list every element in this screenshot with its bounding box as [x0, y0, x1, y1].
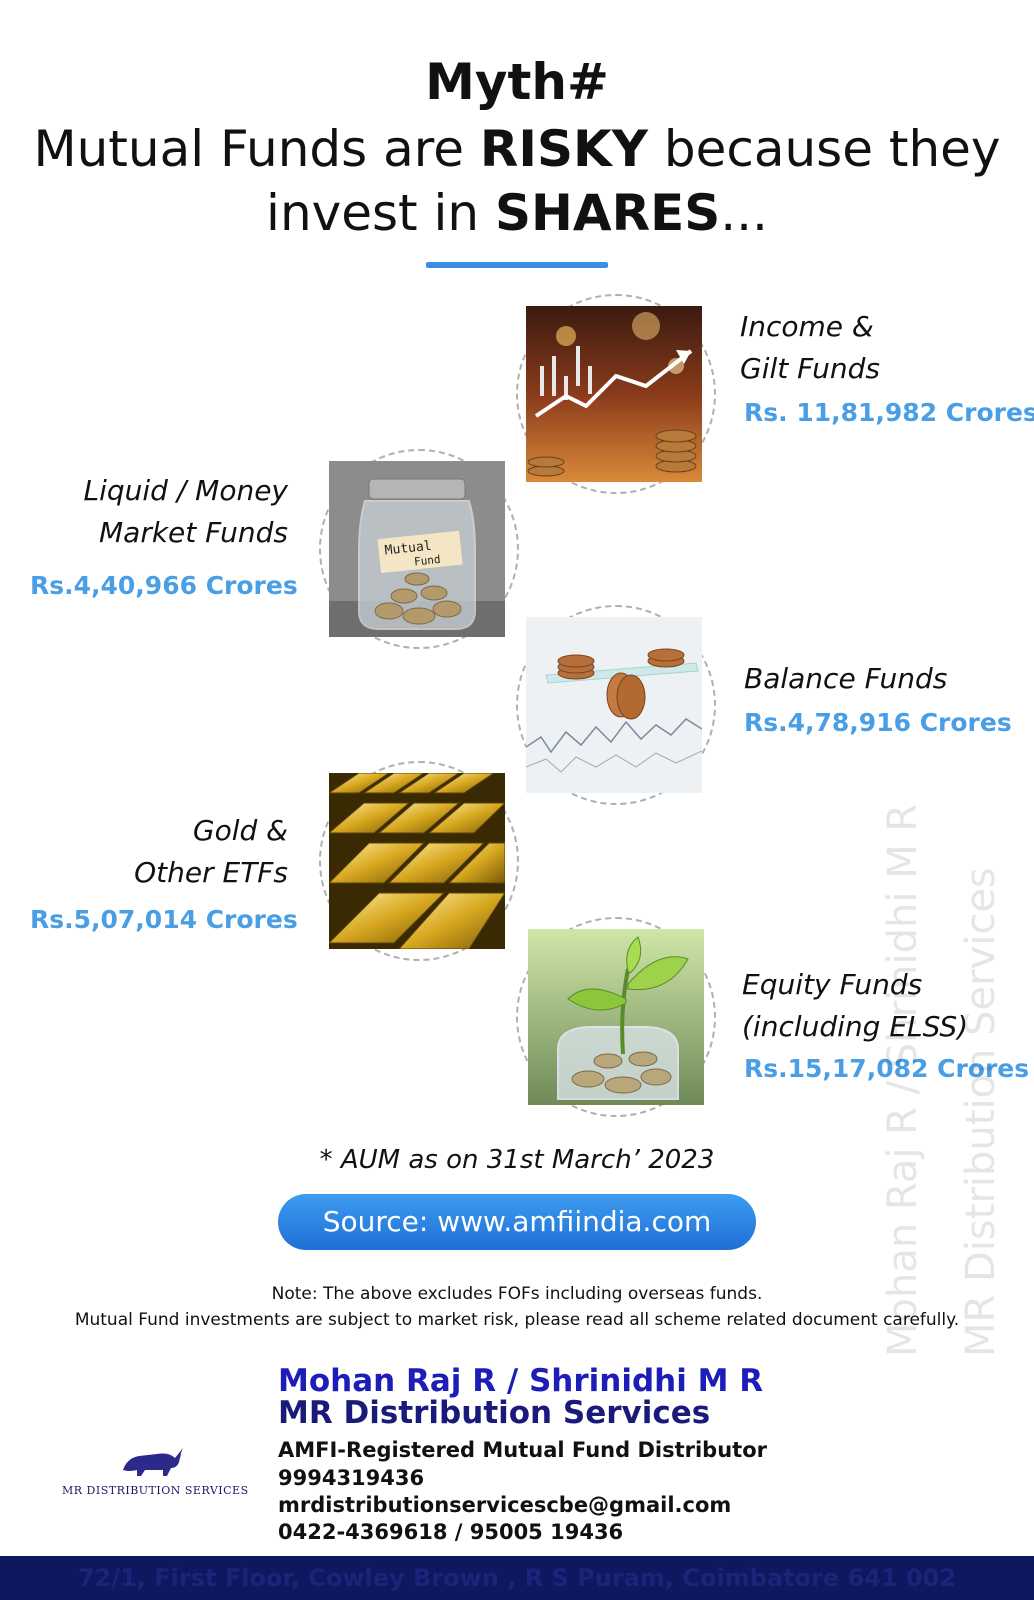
- chart-coins-icon: [526, 306, 702, 482]
- aum-date-note: * AUM as on 31st March’ 2023: [319, 1145, 715, 1175]
- balanced-coins-icon: [526, 617, 702, 793]
- fund-amount-gold: Rs.5,07,014 Crores: [30, 905, 298, 934]
- gold-bars-icon: [329, 773, 505, 949]
- fund-name-equity: Equity Funds (including ELSS): [742, 968, 969, 1043]
- headline-line-3: invest in SHARES...: [266, 184, 768, 242]
- company-logo: MR DISTRIBUTION SERVICES: [62, 1444, 249, 1497]
- note-line-1: Note: The above excludes FOFs including …: [271, 1284, 763, 1304]
- fund-amount-liquid: Rs.4,40,966 Crores: [30, 571, 298, 600]
- bull-icon: [123, 1448, 183, 1476]
- amfi-tagline: AMFI-Registered Mutual Fund Distributor: [278, 1438, 767, 1462]
- logo-text: MR DISTRIBUTION SERVICES: [62, 1484, 249, 1497]
- watermark-names: Mohan Raj R / Shrinidhi M R: [880, 803, 926, 1357]
- distributor-names: Mohan Raj R / Shrinidhi M R: [278, 1363, 764, 1399]
- headline-line-2: Mutual Funds are RISKY because they: [33, 120, 1001, 178]
- footer-address: 72/1, First Floor, Cowley Brown , R S Pu…: [77, 1564, 957, 1592]
- fund-name-gold: Gold & Other ETFs: [134, 814, 288, 889]
- note-disclaimer: Mutual Fund investments are subject to m…: [74, 1310, 960, 1330]
- company-name: MR Distribution Services: [278, 1395, 711, 1431]
- fund-name-liquid: Liquid / Money Market Funds: [83, 474, 288, 549]
- fund-name-income: Income & Gilt Funds: [740, 310, 880, 385]
- title-underline: [426, 262, 608, 268]
- fund-amount-balance: Rs.4,78,916 Crores: [744, 708, 1012, 737]
- source-link-button[interactable]: Source: www.amfiindia.com: [278, 1194, 756, 1250]
- plant-coins-icon: [528, 929, 704, 1105]
- coin-jar-icon: Mutual Fund: [329, 461, 505, 637]
- phone-number[interactable]: 9994319436: [278, 1464, 424, 1492]
- fund-name-balance: Balance Funds: [744, 662, 948, 695]
- landline-number[interactable]: 0422-4369618 / 95005 19436: [278, 1518, 623, 1546]
- email-address[interactable]: mrdistributionservicescbe@gmail.com: [278, 1491, 731, 1519]
- svg-text:Fund: Fund: [413, 553, 441, 569]
- myth-heading: Myth#: [425, 53, 609, 111]
- fund-amount-income: Rs. 11,81,982 Crores: [744, 398, 1034, 427]
